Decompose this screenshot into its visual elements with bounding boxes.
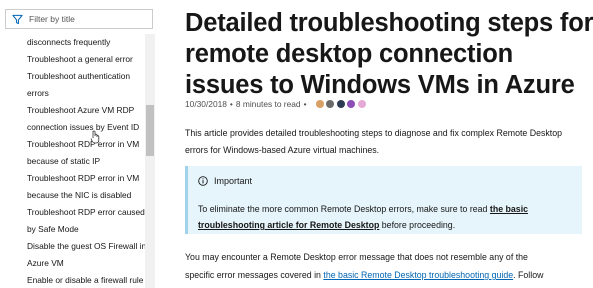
toc-item[interactable]: Enable or disable a firewall rule	[0, 272, 146, 288]
toc-item-label: Enable or disable a firewall rule	[27, 275, 144, 285]
meta-separator: •	[303, 99, 307, 109]
body-paragraph: You may encounter a Remote Desktop error…	[185, 248, 593, 284]
article-date: 10/30/2018	[185, 99, 227, 109]
body-text: You may encounter a Remote Desktop error…	[185, 252, 528, 262]
toc-item-label: because the NIC is disabled	[27, 190, 132, 200]
alert-text: before proceeding.	[379, 220, 456, 230]
toc-item[interactable]: Disable the guest OS Firewall in Azure VM	[0, 238, 146, 272]
important-alert: Important To eliminate the more common R…	[185, 166, 582, 234]
toc-item-label: Azure VM	[27, 258, 64, 268]
meta-separator: •	[229, 99, 233, 109]
toc-list: disconnects frequently Troubleshoot a gen…	[0, 34, 146, 288]
troubleshooting-guide-link[interactable]: the basic Remote Desktop troubleshooting…	[323, 270, 513, 280]
contributors[interactable]	[315, 100, 369, 108]
toc-item-label: connection issues by Event ID	[27, 122, 140, 132]
info-icon	[198, 176, 208, 186]
contributor-avatar[interactable]	[315, 100, 324, 108]
toc-item[interactable]: disconnects frequently	[0, 34, 146, 51]
toc-item-label: by Safe Mode	[27, 224, 79, 234]
toc-item-label: Disable the guest OS Firewall in	[27, 241, 147, 251]
mouse-cursor-icon	[90, 130, 100, 144]
filter-box[interactable]	[5, 9, 153, 29]
alert-text: To eliminate the more common Remote Desk…	[198, 204, 490, 214]
alert-heading-text: Important	[214, 176, 253, 186]
article: Detailed troubleshooting steps for remot…	[185, 0, 593, 288]
filter-icon	[12, 14, 23, 24]
toc-item-label: Troubleshoot RDP error in VM	[27, 173, 140, 183]
toc-item[interactable]: Troubleshoot Azure VM RDP connection issu…	[0, 102, 146, 136]
toc-item[interactable]: Troubleshoot a general error	[0, 51, 146, 68]
toc-item-label: Troubleshoot Azure VM RDP	[27, 105, 135, 115]
toc-scrollbar[interactable]	[145, 34, 155, 288]
contributor-avatar[interactable]	[336, 100, 345, 108]
filter-input[interactable]	[29, 14, 149, 24]
toc-item[interactable]: Troubleshoot RDP error in VM because of s…	[0, 136, 146, 170]
toc-item[interactable]: Troubleshoot authentication errors	[0, 68, 146, 102]
toc-item-label: because of static IP	[27, 156, 101, 166]
toc-item-label: Troubleshoot a general error	[27, 54, 133, 64]
sidebar-toc: disconnects frequently Troubleshoot a gen…	[0, 0, 160, 288]
read-time: 8 minutes to read	[235, 99, 301, 109]
alert-body: To eliminate the more common Remote Desk…	[198, 201, 578, 233]
toc-item-label: Troubleshoot RDP error caused	[27, 207, 145, 217]
intro-paragraph: This article provides detailed troublesh…	[185, 128, 563, 155]
body-text: specific error messages covered in	[185, 270, 324, 280]
page-title: Detailed troubleshooting steps for remot…	[185, 9, 593, 99]
toc-item-label: Troubleshoot authentication	[27, 71, 131, 81]
toc-item-label: Troubleshoot RDP error in VM	[27, 139, 140, 149]
contributor-avatar[interactable]	[347, 100, 356, 108]
article-meta: 10/30/2018 • 8 minutes to read •	[185, 99, 368, 109]
toc-scrollbar-thumb[interactable]	[146, 105, 154, 156]
toc-item[interactable]: Troubleshoot RDP error caused by Safe Mod…	[0, 204, 146, 238]
contributor-avatar[interactable]	[326, 100, 335, 108]
alert-heading: Important	[198, 176, 252, 186]
toc-item-label: disconnects frequently	[27, 37, 111, 47]
contributor-avatar[interactable]	[357, 100, 366, 108]
body-text: . Follow	[513, 270, 544, 280]
toc-item[interactable]: Troubleshoot RDP error in VM because the …	[0, 170, 146, 204]
toc-item-label: errors	[27, 88, 49, 98]
